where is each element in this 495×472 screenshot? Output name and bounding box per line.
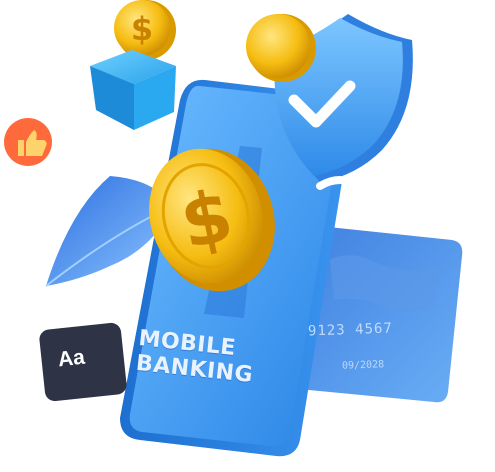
illustration-canvas: $ $ (4, 0, 484, 457)
svg-text:$: $ (131, 10, 153, 48)
wave-decoration (316, 176, 484, 196)
thumbs-up-icon (4, 118, 52, 166)
dollar-coin-icon (246, 14, 316, 82)
font-badge-label: Aa (56, 345, 86, 372)
dollar-coin-icon: $ (114, 0, 176, 60)
card-number: 9123 4567 (307, 320, 394, 340)
cube-icon (90, 50, 176, 130)
mobile-banking-illustration: $ $ MOBILE BANKING 9123 4567 09/2028 Aa (0, 0, 495, 472)
card-date: 09/2028 (341, 359, 385, 372)
